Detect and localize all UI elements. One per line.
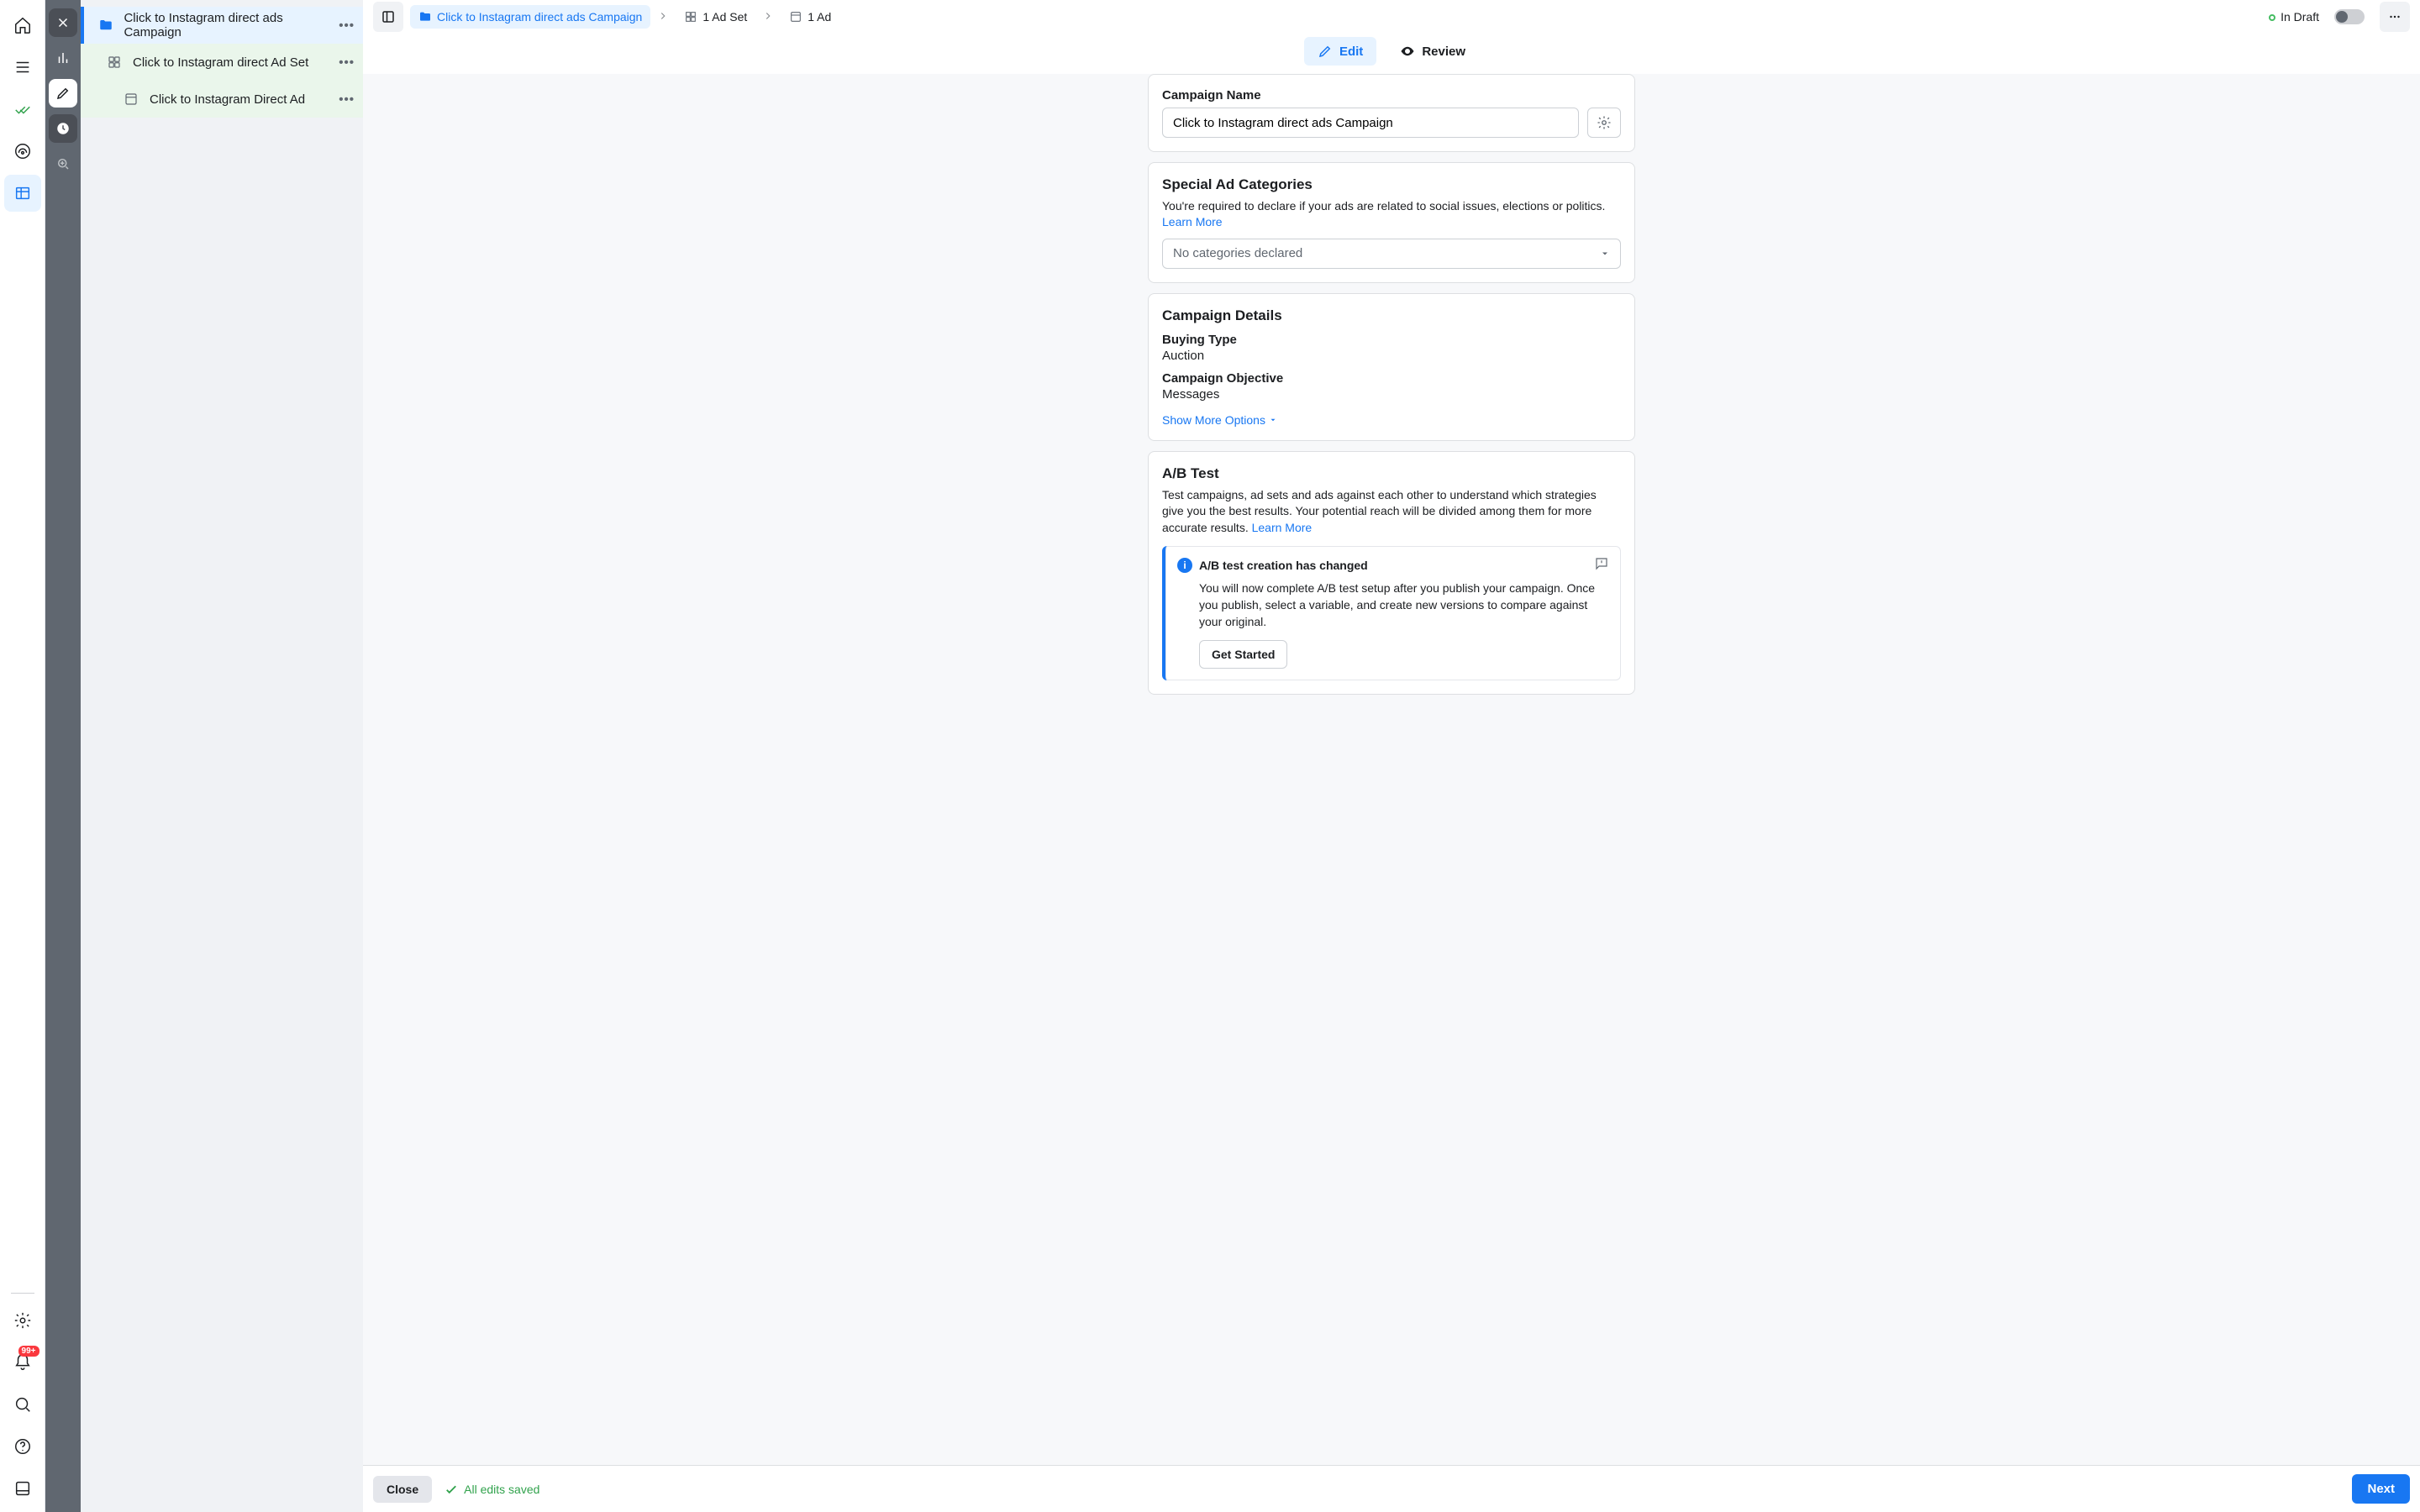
report-icon[interactable] <box>1594 556 1609 574</box>
buying-type-label: Buying Type <box>1162 333 1621 347</box>
edit-icon[interactable] <box>49 79 77 108</box>
special-ad-learn-more[interactable]: Learn More <box>1162 215 1223 228</box>
tree-campaign[interactable]: Click to Instagram direct ads Campaign •… <box>81 7 363 44</box>
double-check-icon[interactable] <box>4 91 41 128</box>
campaign-name-input[interactable] <box>1162 108 1579 138</box>
tab-edit[interactable]: Edit <box>1304 37 1376 66</box>
folder-icon <box>96 18 115 33</box>
special-ad-select[interactable]: No categories declared <box>1162 239 1621 269</box>
show-more-options[interactable]: Show More Options <box>1162 413 1277 427</box>
abtest-notice: i A/B test creation has changed You will… <box>1162 546 1621 680</box>
caret-down-icon <box>1600 249 1610 259</box>
breadcrumb-campaign[interactable]: Click to Instagram direct ads Campaign <box>410 5 650 29</box>
caret-down-icon <box>1269 416 1277 424</box>
name-settings-button[interactable] <box>1587 108 1621 138</box>
objective-label: Campaign Objective <box>1162 371 1621 386</box>
tree-adset-label: Click to Instagram direct Ad Set <box>133 55 308 70</box>
table-icon[interactable] <box>4 175 41 212</box>
tab-edit-label: Edit <box>1339 45 1363 59</box>
panel-bottom-icon[interactable] <box>4 1470 41 1507</box>
adset-icon <box>104 55 124 70</box>
save-status: All edits saved <box>444 1482 539 1497</box>
chevron-right-icon <box>657 10 669 24</box>
status-toggle[interactable] <box>2334 9 2365 24</box>
campaign-details-card: Campaign Details Buying Type Auction Cam… <box>1148 293 1635 441</box>
breadcrumb-adset[interactable]: 1 Ad Set <box>676 5 755 29</box>
campaign-name-card: Campaign Name <box>1148 74 1635 152</box>
tree-campaign-label: Click to Instagram direct ads Campaign <box>124 11 339 39</box>
info-icon: i <box>1177 558 1192 573</box>
settings-icon[interactable] <box>4 1302 41 1339</box>
special-ad-card: Special Ad Categories You're required to… <box>1148 162 1635 283</box>
tree-ad[interactable]: Click to Instagram Direct Ad ••• <box>81 81 363 118</box>
help-icon[interactable] <box>4 1428 41 1465</box>
abtest-card: A/B Test Test campaigns, ad sets and ads… <box>1148 451 1635 696</box>
tree-adset[interactable]: Click to Instagram direct Ad Set ••• <box>81 44 363 81</box>
close-icon[interactable] <box>49 8 77 37</box>
home-icon[interactable] <box>4 7 41 44</box>
tab-review-label: Review <box>1422 45 1465 59</box>
abtest-title: A/B Test <box>1162 465 1621 482</box>
breadcrumb-adset-label: 1 Ad Set <box>702 10 747 24</box>
campaign-name-label: Campaign Name <box>1162 88 1621 102</box>
objective-value: Messages <box>1162 387 1621 402</box>
menu-icon[interactable] <box>4 49 41 86</box>
chevron-right-icon <box>762 10 774 24</box>
close-button[interactable]: Close <box>373 1476 432 1503</box>
tree-ad-label: Click to Instagram Direct Ad <box>150 92 305 107</box>
zoom-icon[interactable] <box>49 150 77 178</box>
gauge-icon[interactable] <box>4 133 41 170</box>
notifications-icon[interactable]: 99+ <box>4 1344 41 1381</box>
search-icon[interactable] <box>4 1386 41 1423</box>
breadcrumb-ad-label: 1 Ad <box>808 10 831 24</box>
draft-status: In Draft <box>2269 10 2319 24</box>
collapse-panel-button[interactable] <box>373 2 403 32</box>
notification-badge: 99+ <box>18 1346 39 1357</box>
abtest-learn-more[interactable]: Learn More <box>1252 521 1313 534</box>
abtest-text: Test campaigns, ad sets and ads against … <box>1162 488 1597 534</box>
abtest-notice-body: You will now complete A/B test setup aft… <box>1199 580 1609 630</box>
more-menu-button[interactable] <box>2380 2 2410 32</box>
row-menu-icon[interactable]: ••• <box>339 92 355 107</box>
special-ad-text: You're required to declare if your ads a… <box>1162 199 1605 213</box>
breadcrumb-campaign-label: Click to Instagram direct ads Campaign <box>437 10 642 24</box>
special-ad-select-value: No categories declared <box>1173 246 1302 260</box>
chart-icon[interactable] <box>49 44 77 72</box>
clock-icon[interactable] <box>49 114 77 143</box>
campaign-details-title: Campaign Details <box>1162 307 1621 324</box>
breadcrumb-ad[interactable]: 1 Ad <box>781 5 839 29</box>
buying-type-value: Auction <box>1162 349 1621 363</box>
abtest-get-started-button[interactable]: Get Started <box>1199 640 1287 669</box>
abtest-notice-title: A/B test creation has changed <box>1199 559 1368 572</box>
special-ad-title: Special Ad Categories <box>1162 176 1621 193</box>
check-icon <box>444 1482 459 1497</box>
ad-icon <box>121 92 141 107</box>
row-menu-icon[interactable]: ••• <box>339 55 355 70</box>
row-menu-icon[interactable]: ••• <box>339 18 355 33</box>
tab-review[interactable]: Review <box>1386 37 1479 66</box>
next-button[interactable]: Next <box>2352 1474 2410 1504</box>
